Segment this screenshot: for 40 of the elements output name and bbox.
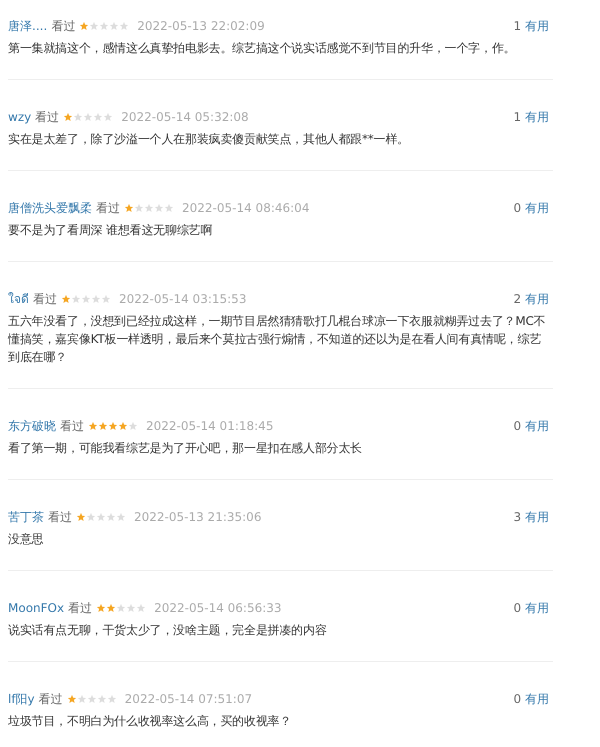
useful-vote-button[interactable]: 3 有用 [514,508,549,526]
watch-status: 看过 [48,509,72,526]
review-time: 2022-05-14 05:32:08 [121,109,249,126]
review-time: 2022-05-13 22:02:09 [137,18,265,35]
watch-status: 看过 [35,109,60,126]
user-name-link[interactable]: wzy [8,108,32,126]
review-text: 五六年没看了，没想到已经拉成这样，一期节目居然猜猜歌打几棍台球凉一下衣服就糊弄过去了？MC不懂搞笑，嘉宾像KT板一样透明，最后来个莫拉古强行煽情，不知道的还以为是在看人间有真情呢，综艺到底在哪？ [8,313,547,366]
review-time: 2022-05-13 21:35:06 [134,509,262,526]
watch-status: 看过 [96,200,120,217]
watch-status: 看过 [33,291,57,308]
review-text: 看了第一期，可能我看综艺是为了开心吧，那一星扣在感人部分太长 [8,440,364,457]
useful-vote-button[interactable]: 0 有用 [514,599,549,617]
user-name-link[interactable]: 唐僧洗头爱飘柔 [8,199,92,217]
user-name-link[interactable]: 唐泽.... [8,17,48,35]
watch-status: 看过 [60,418,84,435]
useful-vote-button[interactable]: 0 有用 [514,690,549,708]
user-name-link[interactable]: ใจดี [8,290,29,308]
review-text: 垃圾节目，不明白为什么收视率这么高，买的收视率？ [8,713,292,730]
review-time: 2022-05-14 03:15:53 [119,291,246,308]
review-time: 2022-05-14 07:51:07 [124,691,252,708]
user-name-link[interactable]: lf阳y [8,690,35,708]
watch-status: 看过 [38,691,63,708]
review-time: 2022-05-14 01:18:45 [146,418,274,435]
review-time: 2022-05-14 06:56:33 [154,600,282,617]
useful-vote-button[interactable]: 1 有用 [514,17,549,35]
review-text: 没意思 [8,531,44,548]
useful-vote-button[interactable]: 1 有用 [514,108,549,126]
useful-vote-button[interactable]: 0 有用 [514,417,549,435]
user-name-link[interactable]: MoonFOx [8,599,64,617]
user-name-link[interactable]: 苦丁茶 [8,508,44,526]
useful-vote-button[interactable]: 2 有用 [514,290,549,308]
review-text: 实在是太差了，除了沙溢一个人在那装疯卖傻贡献笑点，其他人都跟**一样。 [8,131,410,148]
review-text: 说实话有点无聊，干货太少了，没啥主题，完全是拼凑的内容 [8,622,328,639]
useful-vote-button[interactable]: 0 有用 [514,199,549,217]
user-name-link[interactable]: 东方破晓 [8,417,56,435]
review-text: 第一集就搞这个，感情这么真挚拍电影去。综艺搞这个说实话感觉不到节目的升华，一个字，作。 [8,40,516,57]
watch-status: 看过 [51,18,76,35]
review-text: 要不是为了看周深 谁想看这无聊综艺啊 [8,222,214,239]
review-time: 2022-05-14 08:46:04 [182,200,310,217]
watch-status: 看过 [68,600,92,617]
